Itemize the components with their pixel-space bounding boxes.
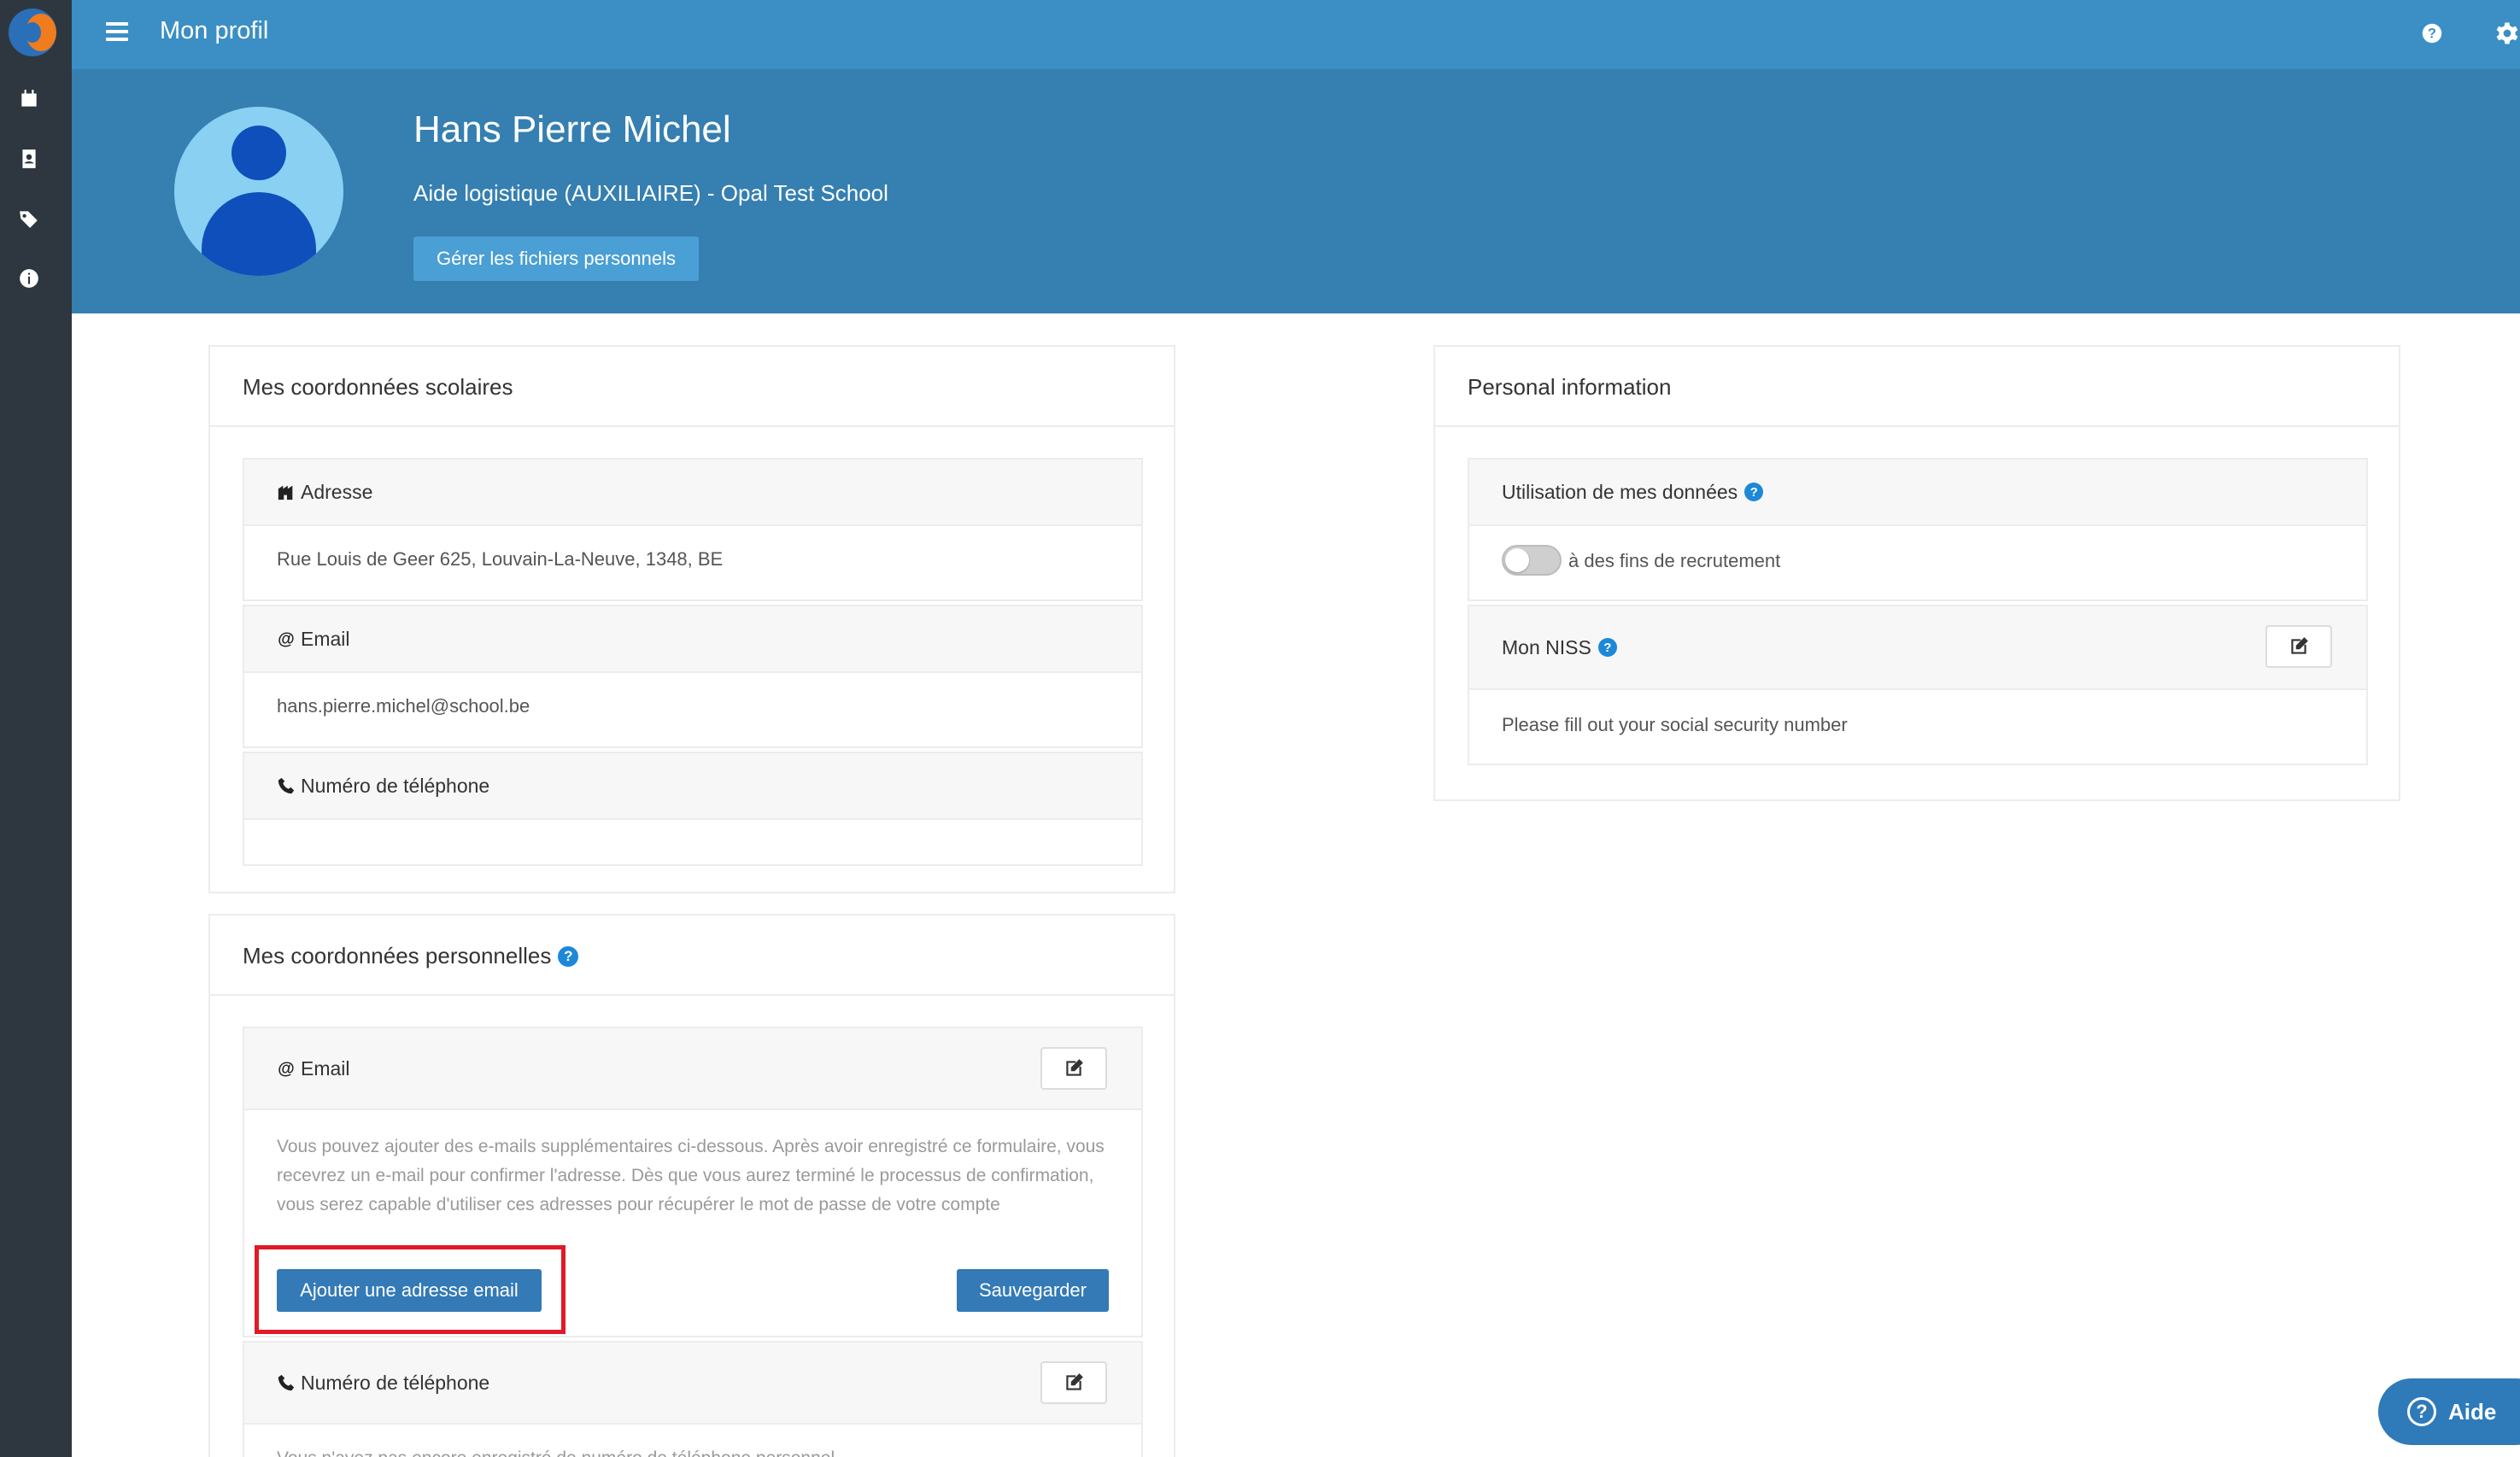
tags-icon[interactable]	[17, 207, 41, 231]
panel-title: Personal information	[1468, 374, 1672, 400]
personal-information-panel: Personal information Utilisation de mes …	[1433, 345, 2400, 801]
niss-card: Mon NISS ? Please fill out your social s…	[1468, 605, 2368, 765]
email-label: Email	[301, 627, 350, 650]
info-icon[interactable]	[17, 266, 41, 290]
app-logo[interactable]	[9, 9, 56, 56]
personal-phone-card: Numéro de téléphone Vous n'avez pas enco…	[243, 1341, 1143, 1457]
personal-contact-panel: Mes coordonnées personnelles ? @ Email V…	[208, 914, 1175, 1457]
svg-text:@: @	[278, 629, 295, 648]
data-use-card: Utilisation de mes données ? à des fins …	[1468, 458, 2368, 601]
hamburger-menu-icon[interactable]	[106, 22, 128, 43]
question-circle-icon[interactable]: ?	[1597, 638, 1617, 657]
page-title: Mon profil	[160, 17, 269, 44]
niss-value: Please fill out your social security num…	[1502, 714, 1848, 735]
phone-label: Numéro de téléphone	[301, 1371, 490, 1394]
manage-files-button[interactable]: Gérer les fichiers personnels	[413, 237, 699, 281]
edit-icon	[2291, 637, 2308, 654]
help-button[interactable]: ? Aide	[2378, 1378, 2520, 1445]
at-icon: @	[277, 629, 296, 648]
address-value: Rue Louis de Geer 625, Louvain-La-Neuve,…	[277, 548, 724, 570]
phone-icon	[277, 776, 296, 795]
at-icon: @	[277, 1059, 296, 1078]
avatar	[174, 107, 343, 276]
panel-title: Mes coordonnées personnelles	[243, 943, 552, 968]
svg-text:?: ?	[2428, 26, 2436, 42]
niss-label: Mon NISS	[1502, 635, 1591, 658]
edit-icon	[1066, 1373, 1083, 1390]
phone-icon	[277, 1373, 296, 1392]
phone-label: Numéro de téléphone	[301, 774, 490, 797]
school-contact-panel: Mes coordonnées scolaires Adresse Rue Lo…	[208, 345, 1175, 893]
edit-niss-button[interactable]	[2265, 625, 2332, 668]
save-button[interactable]: Sauvegarder	[957, 1269, 1109, 1312]
question-circle-icon: ?	[2407, 1397, 2436, 1426]
address-card: Adresse Rue Louis de Geer 625, Louvain-L…	[243, 458, 1143, 601]
question-circle-icon[interactable]: ?	[558, 945, 579, 967]
recruitment-toggle[interactable]	[1502, 545, 1562, 576]
recruitment-toggle-label: à des fins de recrutement	[1568, 550, 1781, 571]
contact-card-icon[interactable]	[17, 147, 41, 171]
profile-role: Aide logistique (AUXILIAIRE) - Opal Test…	[413, 180, 888, 206]
edit-icon	[1066, 1059, 1083, 1076]
highlight-box	[255, 1245, 566, 1334]
calendar-icon[interactable]	[17, 87, 41, 111]
help-button-label: Aide	[2448, 1398, 2497, 1425]
building-icon	[277, 483, 296, 501]
address-label: Adresse	[301, 480, 373, 503]
top-bar: Mon profil ?	[72, 0, 2520, 69]
data-use-label: Utilisation de mes données	[1502, 480, 1738, 503]
phone-help-text: Vous n'avez pas encore enregistré de num…	[277, 1448, 835, 1457]
school-email-value: hans.pierre.michel@school.be	[277, 695, 530, 717]
gear-icon[interactable]	[2494, 20, 2520, 46]
profile-banner: Hans Pierre Michel Aide logistique (AUXI…	[72, 69, 2520, 313]
help-circle-icon[interactable]: ?	[2419, 20, 2445, 46]
panel-title: Mes coordonnées scolaires	[243, 374, 513, 400]
profile-name: Hans Pierre Michel	[413, 108, 731, 150]
school-phone-card: Numéro de téléphone	[243, 752, 1143, 866]
email-label: Email	[301, 1056, 350, 1080]
svg-text:@: @	[278, 1059, 295, 1078]
email-help-text: Vous pouvez ajouter des e-mails suppléme…	[277, 1137, 1105, 1214]
edit-email-button[interactable]	[1040, 1047, 1107, 1090]
edit-phone-button[interactable]	[1040, 1361, 1107, 1404]
sidebar	[0, 0, 72, 1457]
question-circle-icon[interactable]: ?	[1744, 483, 1764, 501]
school-email-card: @ Email hans.pierre.michel@school.be	[243, 605, 1143, 748]
